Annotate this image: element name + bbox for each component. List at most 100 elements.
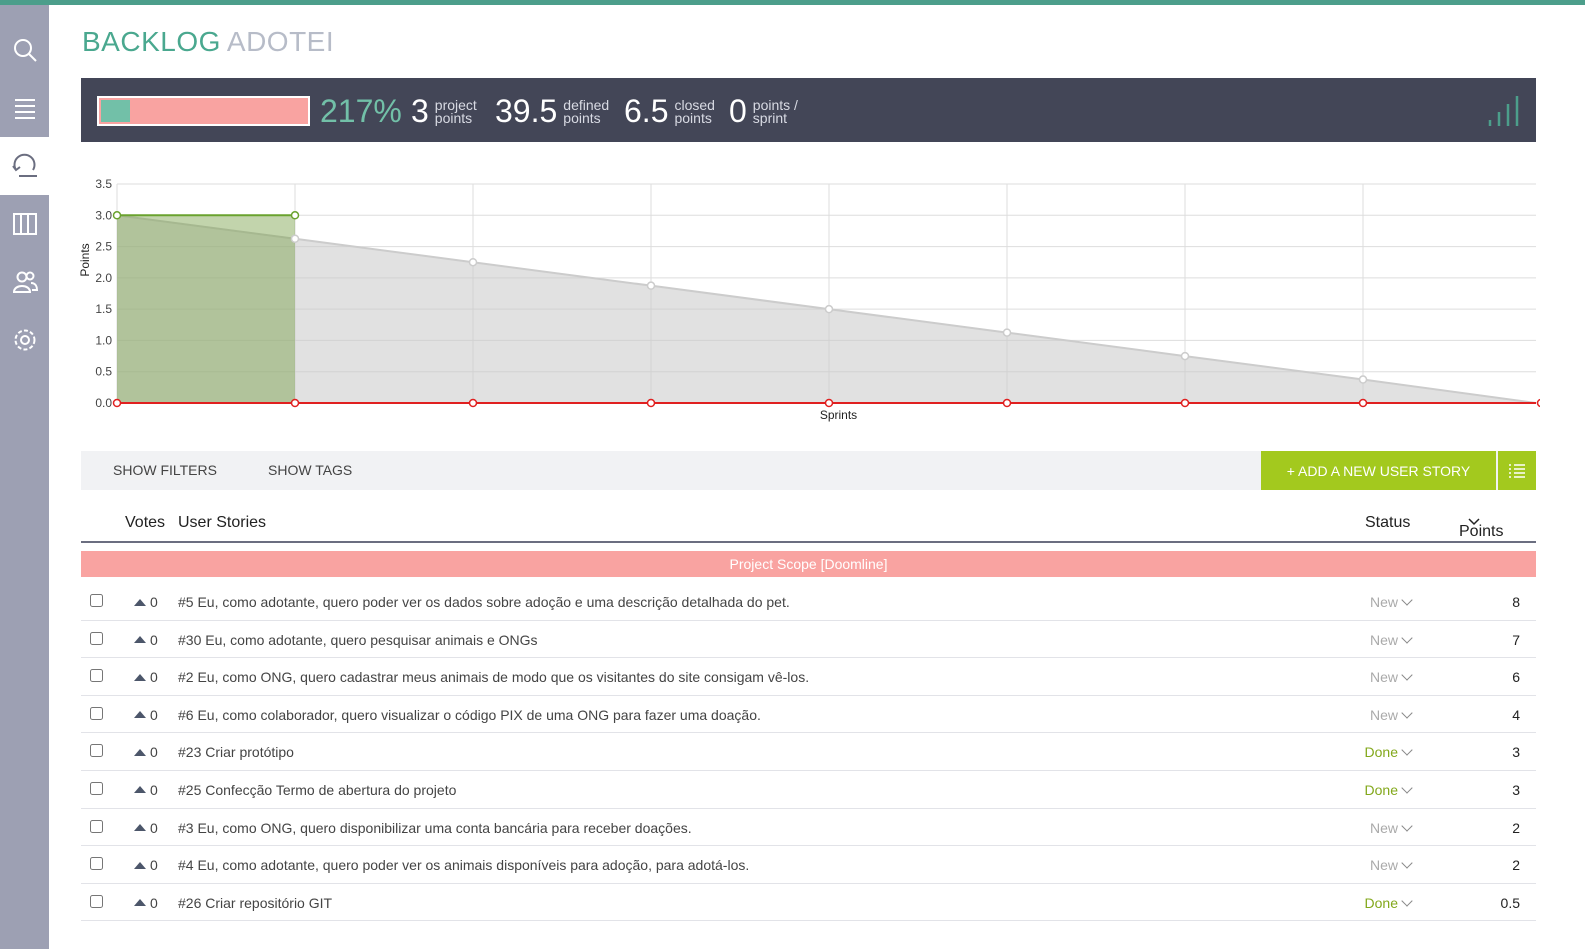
story-points[interactable]: 4 bbox=[1512, 707, 1520, 723]
sidebar-item-search[interactable] bbox=[0, 21, 49, 79]
sidebar-item-settings[interactable] bbox=[0, 311, 49, 369]
closed-label-2: points bbox=[674, 109, 712, 126]
doomline-banner: Project Scope [Doomline] bbox=[81, 551, 1536, 577]
settings-icon bbox=[14, 329, 35, 351]
chevron-down-icon bbox=[1401, 631, 1413, 644]
row-checkbox[interactable] bbox=[90, 781, 103, 795]
pps-label-2: sprint bbox=[752, 109, 788, 126]
upvote-icon bbox=[134, 598, 146, 606]
row-checkbox[interactable] bbox=[90, 631, 103, 645]
increment-point bbox=[1180, 398, 1190, 408]
table-row[interactable]: 0 #2 Eu, como ONG, quero cadastrar meus a… bbox=[81, 658, 1536, 696]
status-dropdown[interactable]: New bbox=[1351, 669, 1413, 685]
points-column-header[interactable]: Points bbox=[1459, 514, 1503, 540]
vote-button[interactable]: 0 bbox=[134, 707, 159, 723]
status-dropdown[interactable]: Done bbox=[1351, 894, 1413, 911]
upvote-icon bbox=[134, 711, 146, 719]
y-tick-label: 0.5 bbox=[95, 365, 112, 379]
top-accent-bar bbox=[0, 0, 1585, 5]
status-label: Done bbox=[1364, 894, 1398, 911]
row-checkbox[interactable] bbox=[90, 669, 103, 683]
status-dropdown[interactable]: Done bbox=[1351, 782, 1413, 798]
status-dropdown[interactable]: New bbox=[1351, 707, 1413, 723]
status-label: Done bbox=[1364, 744, 1398, 761]
increment-point bbox=[468, 398, 478, 408]
sidebar-item-kanban[interactable] bbox=[0, 195, 49, 253]
chevron-down-icon bbox=[1401, 819, 1413, 832]
status-dropdown[interactable]: New bbox=[1351, 819, 1413, 836]
sidebar-item-backlog[interactable] bbox=[0, 79, 49, 137]
table-row[interactable]: 0 #23 Criar protótipo Done 3 bbox=[81, 733, 1536, 771]
show-tags-button[interactable]: SHOW TAGS bbox=[268, 462, 352, 478]
y-tick-label: 1.0 bbox=[95, 333, 112, 347]
story-points[interactable]: 2 bbox=[1512, 857, 1520, 873]
search-icon bbox=[13, 39, 37, 62]
vote-button[interactable]: 0 bbox=[134, 594, 159, 610]
row-checkbox[interactable] bbox=[90, 819, 103, 833]
story-subject-link[interactable]: #3 Eu, como ONG, quero disponibilizar um… bbox=[178, 820, 692, 836]
upvote-icon bbox=[134, 824, 146, 832]
table-row[interactable]: 0 #30 Eu, como adotante, quero pesquisar … bbox=[81, 621, 1536, 659]
story-subject-link[interactable]: #2 Eu, como ONG, quero cadastrar meus an… bbox=[178, 669, 809, 685]
row-checkbox[interactable] bbox=[90, 744, 103, 758]
bulk-insert-button[interactable] bbox=[1498, 451, 1536, 490]
table-row[interactable]: 0 #25 Confecção Termo de abertura do proj… bbox=[81, 771, 1536, 809]
row-checkbox[interactable] bbox=[90, 894, 103, 908]
show-filters-button[interactable]: SHOW FILTERS bbox=[113, 462, 217, 478]
add-user-story-button[interactable]: + ADD A NEW USER STORY bbox=[1261, 451, 1496, 490]
optimal-point bbox=[468, 257, 478, 267]
stats-bars-icon[interactable] bbox=[1486, 94, 1522, 128]
story-subject-link[interactable]: #25 Confecção Termo de abertura do proje… bbox=[178, 782, 456, 798]
vote-button[interactable]: 0 bbox=[134, 895, 159, 911]
vote-button[interactable]: 0 bbox=[134, 857, 159, 873]
row-checkbox[interactable] bbox=[90, 857, 103, 871]
sidebar-item-sprint[interactable] bbox=[0, 137, 49, 195]
story-subject-link[interactable]: #5 Eu, como adotante, quero poder ver os… bbox=[178, 594, 790, 610]
vote-button[interactable]: 0 bbox=[134, 782, 159, 798]
upvote-icon bbox=[134, 673, 146, 681]
story-points[interactable]: 0.5 bbox=[1501, 895, 1520, 911]
table-row[interactable]: 0 #5 Eu, como adotante, quero poder ver o… bbox=[81, 583, 1536, 621]
story-points[interactable]: 6 bbox=[1512, 669, 1520, 685]
story-points[interactable]: 3 bbox=[1512, 782, 1520, 798]
story-subject-link[interactable]: #30 Eu, como adotante, quero pesquisar a… bbox=[178, 632, 538, 648]
table-row[interactable]: 0 #4 Eu, como adotante, quero poder ver o… bbox=[81, 846, 1536, 884]
story-points[interactable]: 8 bbox=[1512, 594, 1520, 610]
y-axis-label: Points bbox=[78, 243, 92, 276]
story-subject-link[interactable]: #6 Eu, como colaborador, quero visualiza… bbox=[178, 707, 761, 723]
status-dropdown[interactable]: New bbox=[1351, 857, 1413, 873]
table-row[interactable]: 0 #26 Criar repositório GIT Done 0.5 bbox=[81, 884, 1536, 922]
story-points[interactable]: 2 bbox=[1512, 820, 1520, 836]
status-label: New bbox=[1369, 819, 1398, 836]
optimal-point bbox=[1180, 351, 1190, 361]
vote-button[interactable]: 0 bbox=[134, 669, 159, 685]
status-dropdown[interactable]: Done bbox=[1351, 744, 1413, 761]
real-point bbox=[290, 211, 300, 220]
vote-button[interactable]: 0 bbox=[134, 744, 159, 760]
status-dropdown[interactable]: New bbox=[1351, 631, 1413, 648]
story-points[interactable]: 7 bbox=[1512, 632, 1520, 648]
sidebar bbox=[0, 5, 49, 949]
votes-column-header[interactable]: Votes bbox=[125, 514, 165, 532]
upvote-icon bbox=[134, 786, 146, 794]
row-checkbox[interactable] bbox=[90, 594, 103, 607]
optimal-point bbox=[1002, 328, 1012, 337]
points-column-label: Points bbox=[1459, 523, 1504, 540]
chevron-down-icon bbox=[1401, 895, 1413, 907]
status-dropdown[interactable]: New bbox=[1351, 594, 1413, 610]
vote-count: 0 bbox=[150, 669, 158, 686]
vote-count: 0 bbox=[150, 594, 158, 610]
vote-button[interactable]: 0 bbox=[134, 632, 159, 648]
row-checkbox[interactable] bbox=[90, 706, 103, 720]
table-row[interactable]: 0 #3 Eu, como ONG, quero disponibilizar u… bbox=[81, 809, 1536, 847]
story-subject-link[interactable]: #26 Criar repositório GIT bbox=[178, 895, 332, 911]
story-subject-link[interactable]: #23 Criar protótipo bbox=[178, 744, 294, 760]
story-points[interactable]: 3 bbox=[1512, 744, 1520, 760]
status-column-header[interactable]: Status bbox=[1365, 514, 1410, 532]
table-row[interactable]: 0 #6 Eu, como colaborador, quero visualiz… bbox=[81, 696, 1536, 734]
story-subject-link[interactable]: #4 Eu, como adotante, quero poder ver os… bbox=[178, 857, 749, 873]
vote-button[interactable]: 0 bbox=[134, 820, 159, 836]
table-header: Votes User Stories Status Points bbox=[81, 505, 1536, 543]
sidebar-item-team[interactable] bbox=[0, 253, 49, 311]
increment-point bbox=[824, 398, 834, 408]
